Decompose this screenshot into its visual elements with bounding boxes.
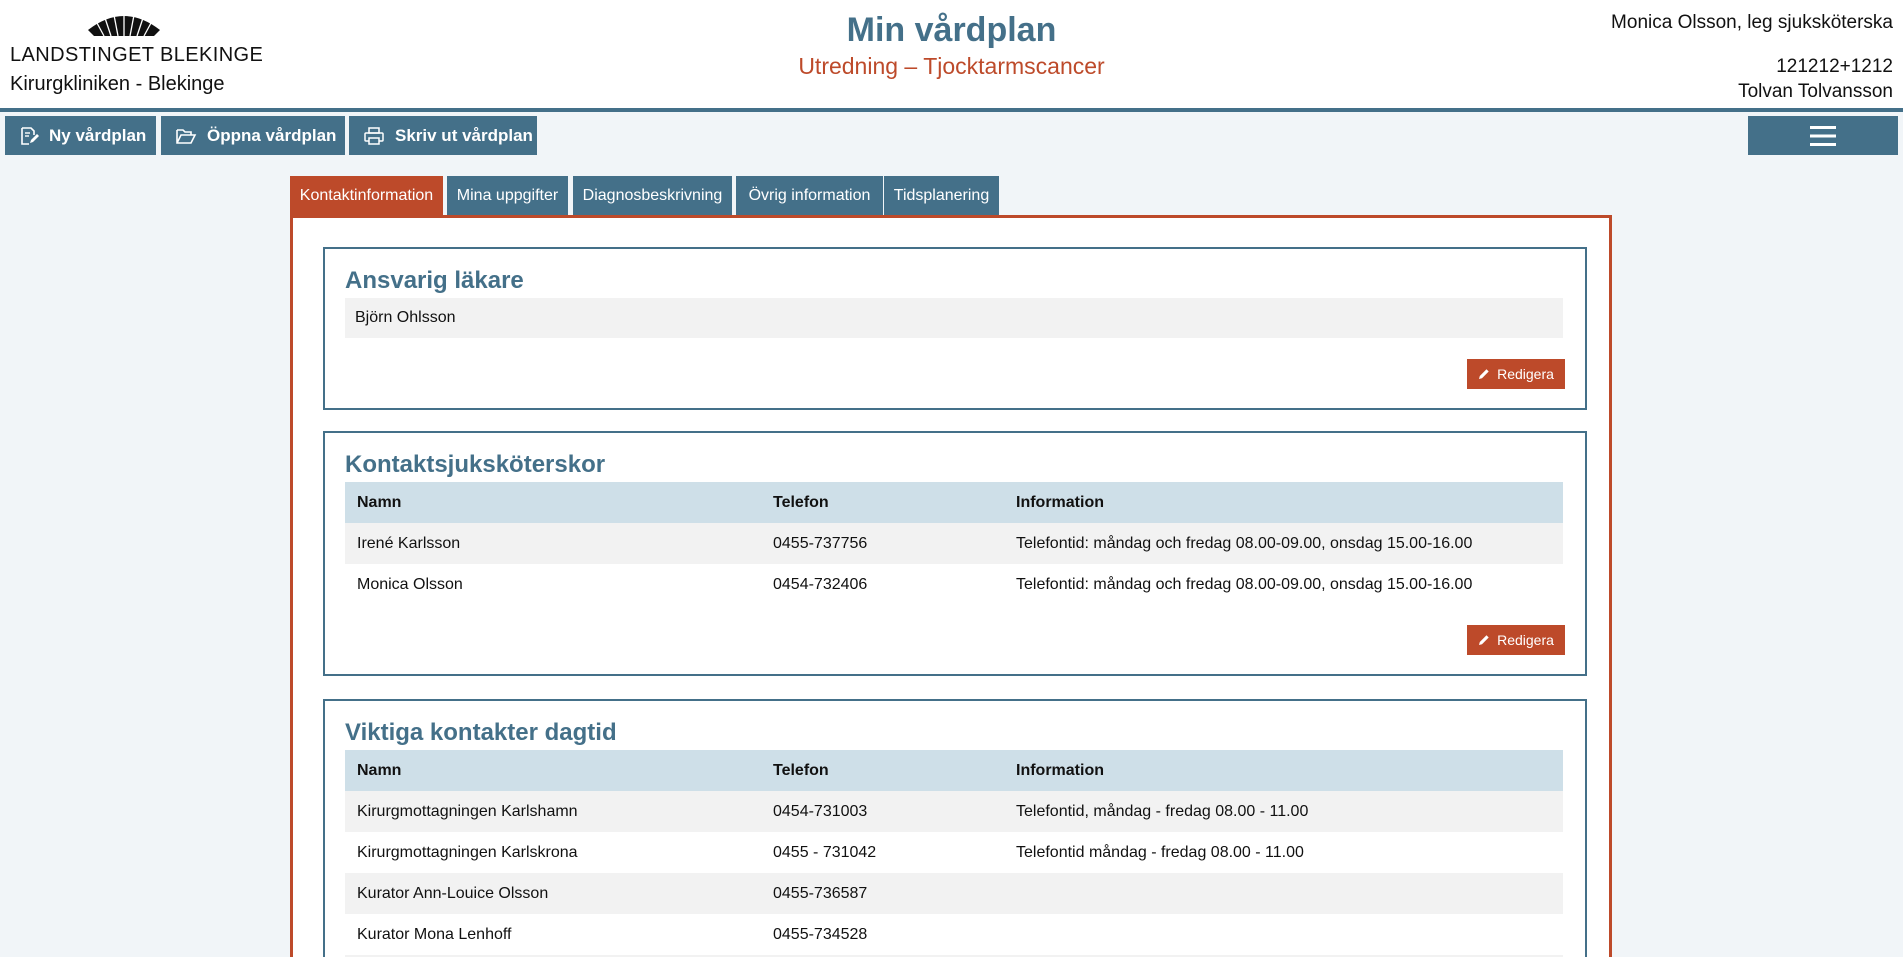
new-plan-label: Ny vårdplan [49,125,147,145]
daytime-contacts-table: Namn Telefon Information Kirurgmottagnin… [345,750,1563,957]
tab-ovrig-information[interactable]: Övrig information [736,176,883,215]
table-row: Kirurgmottagningen Karlskrona 0455 - 731… [345,832,1563,873]
patient-id: 121212+1212 [1776,56,1893,77]
column-header-name: Namn [345,750,761,791]
contact-information: Telefontid, måndag - fredag 08.00 - 11.0… [1004,791,1563,832]
pencil-icon [1479,635,1489,645]
hamburger-icon [1810,125,1836,146]
nurse-information: Telefontid: måndag och fredag 08.00-09.0… [1004,564,1563,605]
patient-name: Tolvan Tolvansson [1738,81,1893,102]
open-plan-label: Öppna vårdplan [207,125,337,145]
column-header-information: Information [1004,482,1563,523]
tab-kontaktinformation[interactable]: Kontaktinformation [290,176,443,215]
edit-document-icon [21,126,39,145]
tab-label: Kontaktinformation [299,186,434,204]
edit-label: Redigera [1497,632,1554,648]
tab-label: Diagnosbeskrivning [582,186,723,204]
table-row: Monica Olsson 0454-732406 Telefontid: må… [345,564,1563,605]
edit-doctor-button[interactable]: Redigera [1467,359,1565,389]
contact-information: Telefontid måndag - fredag 08.00 - 11.00 [1004,832,1563,873]
responsible-doctor-value: Björn Ohlsson [345,298,1563,338]
table-row: Kirurgmottagningen Karlshamn 0454-731003… [345,791,1563,832]
column-header-information: Information [1004,750,1563,791]
column-header-phone: Telefon [761,750,1004,791]
contact-name: Kurator Ann-Louice Olsson [345,873,761,914]
tab-label: Övrig information [748,186,871,204]
contact-phone: 0455 - 731042 [761,832,1004,873]
table-row: Kurator Mona Lenhoff 0455-734528 [345,914,1563,955]
main-menu-button[interactable] [1748,116,1898,155]
edit-label: Redigera [1497,366,1554,382]
contact-phone: 0455-736587 [761,873,1004,914]
nurse-information: Telefontid: måndag och fredag 08.00-09.0… [1004,523,1563,564]
contact-name: Kurator Mona Lenhoff [345,914,761,955]
app-header: LANDSTINGET BLEKINGE Kirurgkliniken - Bl… [0,0,1903,112]
contact-name: Kirurgmottagningen Karlskrona [345,832,761,873]
tab-label: Tidsplanering [893,186,990,204]
contact-name: Kirurgmottagningen Karlshamn [345,791,761,832]
printer-icon [364,126,384,145]
open-folder-icon [176,128,197,144]
contact-phone: 0455-734528 [761,914,1004,955]
table-header-row: Namn Telefon Information [345,750,1563,791]
contact-nurses-section: Kontaktsjuksköterskor Namn Telefon Infor… [323,431,1587,676]
nurse-name: Monica Olsson [345,564,761,605]
section-title: Ansvarig läkare [345,267,524,294]
tab-tidsplanering[interactable]: Tidsplanering [884,176,999,215]
edit-nurses-button[interactable]: Redigera [1467,625,1565,655]
print-plan-label: Skriv ut vårdplan [395,125,533,145]
user-info: Monica Olsson, leg sjuksköterska 121212+… [1611,12,1893,103]
section-title: Viktiga kontakter dagtid [345,719,617,746]
nurse-phone: 0454-732406 [761,564,1004,605]
tab-diagnosbeskrivning[interactable]: Diagnosbeskrivning [573,176,732,215]
table-row: Kurator Ann-Louice Olsson 0455-736587 [345,873,1563,914]
column-header-phone: Telefon [761,482,1004,523]
pencil-icon [1479,369,1489,379]
column-header-name: Namn [345,482,761,523]
new-plan-button[interactable]: Ny vårdplan [5,116,156,155]
tab-mina-uppgifter[interactable]: Mina uppgifter [447,176,568,215]
contact-information [1004,873,1563,914]
table-row: Irené Karlsson 0455-737756 Telefontid: m… [345,523,1563,564]
section-title: Kontaktsjuksköterskor [345,451,606,478]
tab-label: Mina uppgifter [456,186,559,204]
daytime-contacts-section: Viktiga kontakter dagtid Namn Telefon In… [323,699,1587,957]
nurse-name: Irené Karlsson [345,523,761,564]
responsible-doctor-section: Ansvarig läkare Björn Ohlsson Redigera [323,247,1587,410]
tab-content-panel: Ansvarig läkare Björn Ohlsson Redigera K… [290,215,1612,957]
logged-in-user: Monica Olsson, leg sjuksköterska [1611,12,1893,33]
table-header-row: Namn Telefon Information [345,482,1563,523]
contact-phone: 0454-731003 [761,791,1004,832]
open-plan-button[interactable]: Öppna vårdplan [161,116,345,155]
contact-nurses-table: Namn Telefon Information Irené Karlsson … [345,482,1563,605]
contact-information [1004,914,1563,955]
nurse-phone: 0455-737756 [761,523,1004,564]
print-plan-button[interactable]: Skriv ut vårdplan [349,116,537,155]
